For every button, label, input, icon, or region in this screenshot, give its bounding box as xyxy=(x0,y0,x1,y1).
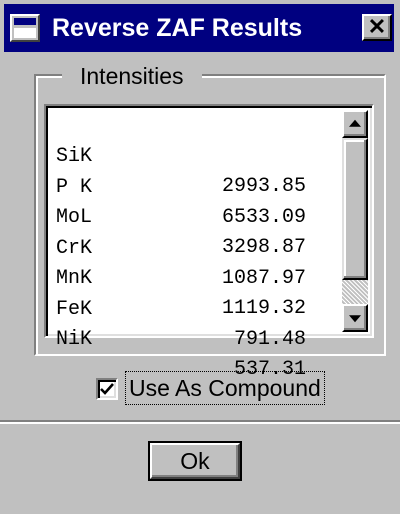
window-title: Reverse ZAF Results xyxy=(52,14,303,42)
use-as-compound-checkbox[interactable] xyxy=(96,378,118,400)
list-item[interactable]: NiK 537.31 xyxy=(56,295,346,381)
element-line: NiK xyxy=(56,328,93,351)
intensities-group-label: Intensities xyxy=(62,62,202,90)
close-icon: ✕ xyxy=(367,14,387,39)
checkmark-icon xyxy=(100,383,114,395)
scroll-down-button[interactable] xyxy=(342,304,368,332)
list-item[interactable]: P K 6533.09 xyxy=(56,143,346,229)
scroll-up-button[interactable] xyxy=(342,110,368,138)
separator-highlight xyxy=(0,422,400,424)
scrollbar-thumb[interactable] xyxy=(342,138,368,280)
intensity-value: 791.48 xyxy=(233,327,306,351)
list-item[interactable]: SiK 2993.85 xyxy=(56,112,346,198)
use-as-compound-label[interactable]: Use As Compound xyxy=(125,371,325,405)
title-bar[interactable]: Reverse ZAF Results ✕ xyxy=(4,4,394,52)
ok-button-label: Ok xyxy=(150,443,240,479)
ok-button[interactable]: Ok xyxy=(148,441,242,481)
scrollbar-track[interactable] xyxy=(342,280,368,304)
arrow-down-icon xyxy=(349,315,361,323)
list-item[interactable]: CrK 1087.97 xyxy=(56,204,346,290)
list-item[interactable]: MnK 1119.32 xyxy=(56,234,346,320)
arrow-up-icon xyxy=(349,119,361,127)
close-button[interactable]: ✕ xyxy=(362,14,392,41)
vertical-scrollbar[interactable] xyxy=(342,110,368,332)
list-item[interactable]: FeK 791.48 xyxy=(56,265,346,351)
dialog-window: Reverse ZAF Results ✕ Intensities SiK 29… xyxy=(0,0,400,514)
window-system-menu-icon[interactable] xyxy=(10,14,40,42)
intensities-listbox[interactable]: SiK 2993.85 P K 6533.09 MoL 3298.87 CrK … xyxy=(44,104,374,381)
intensities-list: SiK 2993.85 P K 6533.09 MoL 3298.87 CrK … xyxy=(56,112,346,381)
list-item[interactable]: MoL 3298.87 xyxy=(56,173,346,259)
